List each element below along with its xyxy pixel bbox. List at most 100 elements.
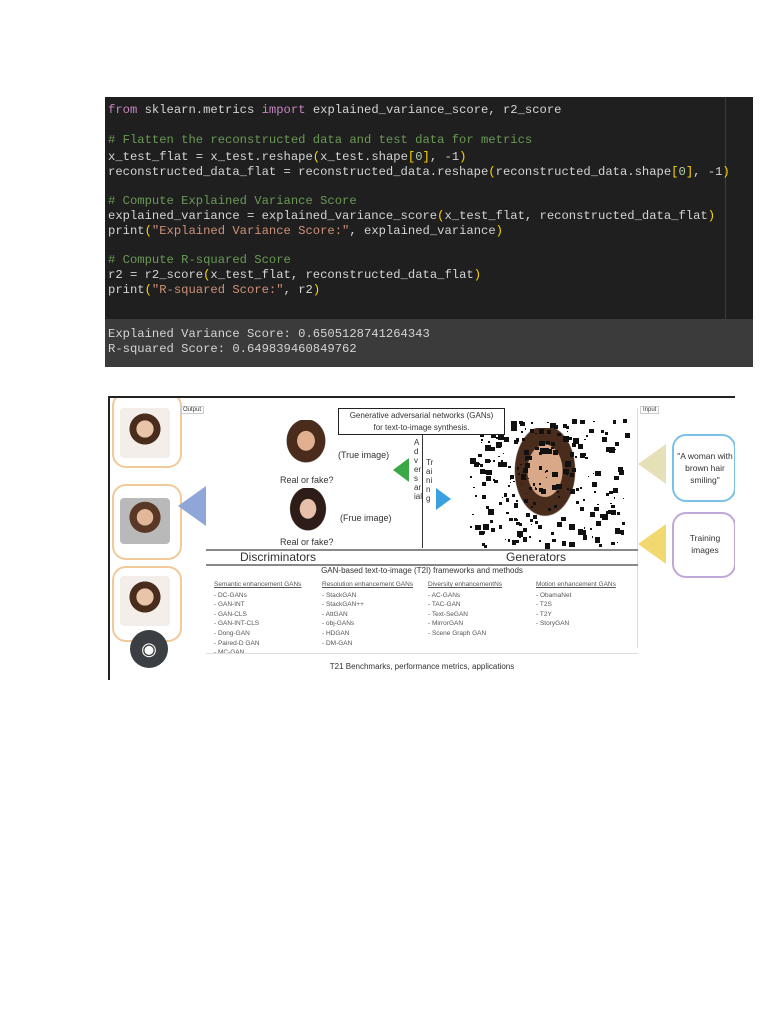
pixel-square (613, 497, 616, 500)
method-item: - Text-SeGAN (428, 610, 468, 618)
pixel-square (550, 441, 555, 447)
pixel-square (526, 492, 528, 494)
blue-arrow-icon (436, 488, 451, 510)
fake-image-face (282, 488, 334, 540)
pixel-square (498, 455, 500, 457)
pixel-square (558, 496, 561, 499)
pixel-square (481, 542, 485, 546)
pixel-square (515, 539, 519, 543)
pixel-square (509, 518, 513, 522)
pixel-square (551, 446, 555, 450)
fake-image-label: (Frue image) (340, 513, 392, 523)
pixel-square (571, 468, 576, 472)
pixel-square (593, 421, 595, 423)
pixel-square (569, 524, 576, 531)
code-token: ( (144, 283, 152, 297)
pixel-square (569, 541, 576, 548)
pixel-square (594, 506, 599, 512)
method-item: - StackGAN++ (322, 601, 364, 609)
pixel-square (585, 434, 589, 438)
pixel-square (501, 497, 503, 499)
code-token: import (261, 103, 306, 117)
code-token: r2 = r2_score (108, 268, 204, 282)
code-token: ) (473, 268, 482, 282)
code-token: # Compute R-squared Score (108, 253, 291, 267)
code-line: print("R-squared Score:", r2) (108, 283, 320, 298)
pixel-square (556, 483, 562, 490)
code-line: r2 = r2_score(x_test_flat, reconstructed… (108, 268, 481, 283)
pixel-square (528, 487, 533, 491)
title-line: Generative adversarial networks (GANs) (349, 411, 494, 420)
pixel-square (611, 504, 615, 509)
pixel-square (546, 448, 552, 454)
pixel-square (606, 510, 610, 514)
pixel-square (619, 529, 625, 535)
pixel-square (597, 503, 600, 506)
pixel-square (490, 527, 496, 533)
pixel-square (601, 430, 605, 433)
pixel-square (550, 532, 554, 536)
pixel-square (479, 463, 484, 467)
method-item: - T2Y (536, 610, 552, 618)
gan-diagram: Output Input Generative adversarial netw… (108, 396, 735, 680)
visual-search-icon[interactable]: ◉ (130, 630, 168, 668)
output-arrow-icon (178, 486, 206, 526)
green-arrow-icon (393, 458, 409, 482)
code-token: ) (722, 165, 730, 179)
real-or-fake-label: Real or fake? (280, 537, 334, 547)
pixel-square (592, 472, 594, 474)
output-label: Output (180, 406, 205, 414)
pixel-square (622, 497, 624, 499)
generated-pixel-face (470, 418, 630, 550)
pixel-square (596, 520, 602, 526)
code-token: ) (707, 209, 716, 223)
code-line: explained_variance = explained_variance_… (108, 209, 715, 224)
pixel-square (535, 488, 538, 491)
output-face-image (120, 498, 170, 544)
pixel-square (591, 536, 593, 538)
pixel-square (500, 460, 504, 464)
pixel-square (503, 452, 505, 454)
pixel-square (547, 421, 549, 424)
pixel-square (513, 423, 518, 428)
real-or-fake-label: Real or fake? (280, 475, 334, 485)
ruler-line (725, 97, 726, 319)
code-token: ) (312, 283, 321, 297)
pixel-square (475, 524, 481, 531)
pixel-square (572, 491, 576, 495)
pixel-square (598, 472, 602, 476)
output-line: R-squared Score: 0.649839460849762 (108, 342, 357, 356)
pixel-square (552, 449, 559, 456)
pixel-square (515, 437, 520, 442)
method-item: - Dong-GAN (214, 629, 250, 637)
pixel-square (492, 460, 495, 462)
pixel-square (590, 512, 595, 517)
pixel-square (485, 445, 491, 451)
pixel-square (473, 462, 479, 467)
method-item: - ObamaNet (536, 591, 572, 599)
pixel-square (520, 482, 523, 485)
method-column: Resolution enhancement GANs - StackGAN - S… (322, 580, 413, 648)
pixel-square (538, 440, 545, 447)
method-item: - Scene Graph GAN (428, 629, 487, 637)
pixel-square (622, 522, 626, 525)
code-token: ) (459, 150, 467, 164)
code-token: , explained_variance (349, 224, 496, 238)
pixel-square (518, 473, 521, 475)
method-item: - AttGAN (322, 610, 348, 618)
pixel-square (521, 431, 523, 433)
pixel-square (480, 441, 483, 444)
pixel-square (489, 519, 493, 523)
pixel-square (575, 455, 578, 458)
pixel-square (561, 459, 564, 462)
method-item: - GAN-CLS (214, 610, 247, 618)
pixel-square (566, 430, 568, 432)
pixel-square (470, 475, 473, 479)
pixel-square (583, 453, 587, 457)
pixel-square (518, 536, 521, 539)
pixel-square (503, 493, 508, 497)
pixel-square (484, 458, 490, 464)
pixel-square (566, 487, 570, 491)
pixel-square (481, 438, 483, 441)
pixel-square (473, 486, 475, 489)
